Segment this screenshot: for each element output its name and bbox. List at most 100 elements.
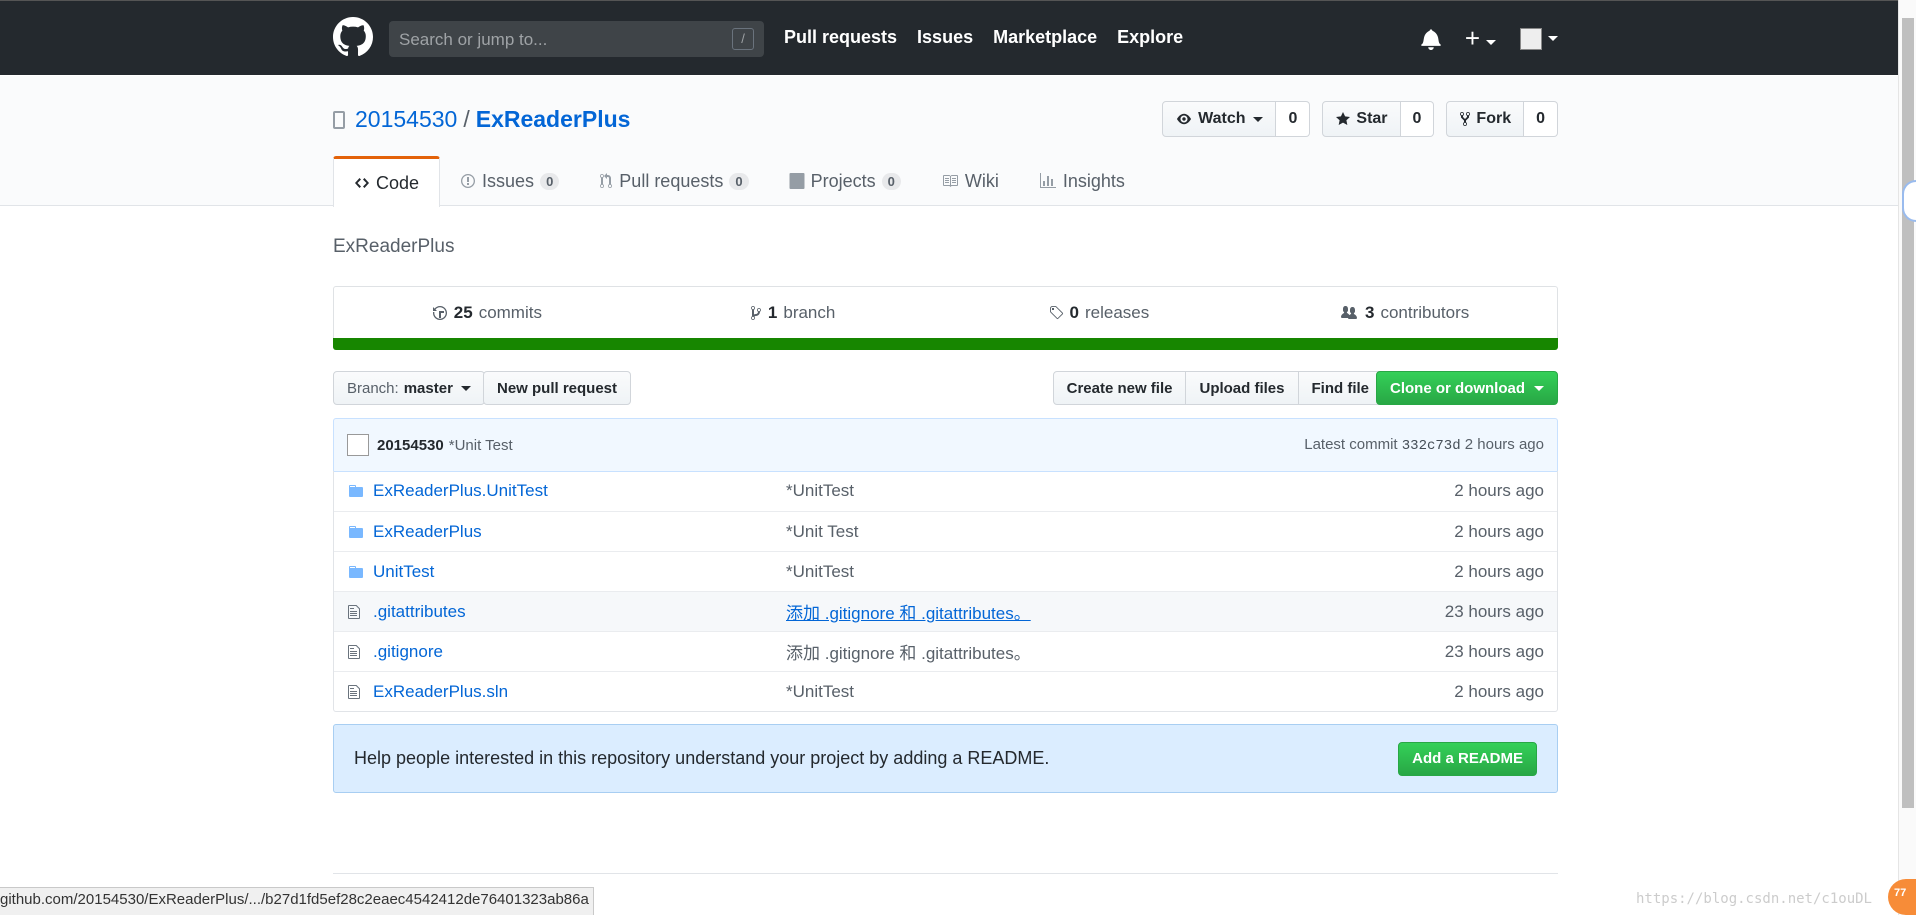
- folder-icon: [347, 524, 365, 540]
- releases-count: 0: [1069, 303, 1079, 322]
- nav-explore[interactable]: Explore: [1117, 27, 1183, 48]
- floating-badge[interactable]: 77: [1888, 879, 1916, 915]
- graph-icon: [1039, 173, 1056, 188]
- file-commit-message[interactable]: *UnitTest: [786, 481, 1454, 501]
- chevron-down-icon: [1548, 36, 1558, 41]
- user-menu-dropdown[interactable]: [1520, 27, 1558, 50]
- file-name-link[interactable]: UnitTest: [373, 562, 786, 582]
- repo-path-separator: /: [463, 106, 470, 132]
- file-age: 2 hours ago: [1454, 521, 1544, 541]
- file-commit-message[interactable]: 添加 .gitignore 和 .gitattributes。: [786, 599, 1445, 624]
- nav-issues[interactable]: Issues: [917, 27, 973, 48]
- tab-insights[interactable]: Insights: [1019, 156, 1145, 206]
- new-pull-request-button[interactable]: New pull request: [483, 371, 632, 405]
- branch-icon: [750, 306, 761, 320]
- clone-label: Clone or download: [1390, 379, 1525, 397]
- search-shortcut-key: /: [732, 28, 754, 50]
- clone-or-download-button[interactable]: Clone or download: [1376, 371, 1558, 405]
- people-icon: [1340, 306, 1357, 319]
- file-commit-message[interactable]: *Unit Test: [786, 522, 1454, 542]
- table-row: ExReaderPlus.sln *UnitTest 2 hours ago: [334, 671, 1557, 711]
- watermark: https://blog.csdn.net/c1ouDL: [1635, 891, 1872, 907]
- star-button[interactable]: Star: [1322, 101, 1401, 137]
- create-new-file-button[interactable]: Create new file: [1052, 371, 1187, 405]
- file-name-link[interactable]: ExReaderPlus: [373, 522, 786, 542]
- fork-count[interactable]: 0: [1524, 101, 1558, 137]
- repo-name-link[interactable]: ExReaderPlus: [476, 106, 631, 132]
- eye-icon: [1177, 113, 1192, 125]
- star-icon: [1336, 112, 1351, 125]
- bell-icon[interactable]: [1421, 28, 1441, 50]
- branch-name: master: [403, 379, 453, 397]
- github-logo-icon[interactable]: [333, 17, 373, 57]
- table-row: UnitTest *UnitTest 2 hours ago: [334, 551, 1557, 591]
- repo-owner-link[interactable]: 20154530: [355, 106, 457, 133]
- tab-projects[interactable]: Projects 0: [769, 156, 921, 206]
- project-icon: [789, 173, 805, 189]
- commit-message[interactable]: *Unit Test: [449, 437, 513, 454]
- table-row: ExReaderPlus *Unit Test 2 hours ago: [334, 511, 1557, 551]
- file-commit-message[interactable]: 添加 .gitignore 和 .gitattributes。: [786, 639, 1445, 664]
- tab-code[interactable]: Code: [333, 156, 441, 207]
- file-name-link[interactable]: ExReaderPlus.UnitTest: [373, 481, 786, 501]
- commits-count: 25: [453, 303, 473, 322]
- create-new-dropdown[interactable]: +: [1465, 25, 1496, 52]
- side-widget[interactable]: [1902, 180, 1916, 222]
- search-input[interactable]: Search or jump to... /: [389, 21, 764, 57]
- tab-code-label: Code: [376, 172, 420, 193]
- search-placeholder: Search or jump to...: [399, 30, 548, 49]
- watch-group: Watch 0: [1162, 101, 1311, 137]
- repo-title: 20154530 / ExReaderPlus: [333, 106, 630, 133]
- watch-count[interactable]: 0: [1276, 101, 1311, 137]
- branch-label: branch: [783, 303, 836, 322]
- scrollbar-thumb[interactable]: [1902, 18, 1914, 808]
- numbers-summary: 25 commits 1 branch 0 releases 3 contrib…: [333, 286, 1558, 350]
- star-count[interactable]: 0: [1400, 101, 1435, 137]
- tab-issues[interactable]: Issues 0: [440, 156, 579, 206]
- upload-files-button[interactable]: Upload files: [1186, 371, 1299, 405]
- avatar: [1520, 27, 1542, 50]
- table-row: .gitignore 添加 .gitignore 和 .gitattribute…: [334, 631, 1557, 671]
- file-name-link[interactable]: ExReaderPlus.sln: [373, 682, 786, 702]
- add-readme-button[interactable]: Add a README: [1398, 741, 1537, 776]
- fork-group: Fork 0: [1446, 101, 1558, 137]
- file-commit-message[interactable]: *UnitTest: [786, 562, 1454, 582]
- file-icon: [347, 644, 365, 660]
- chevron-down-icon: [1534, 385, 1544, 391]
- branch-count: 1: [767, 303, 778, 322]
- global-header: Search or jump to... / Pull requests Iss…: [0, 0, 1898, 75]
- chevron-down-icon: [460, 385, 471, 391]
- file-name-link[interactable]: .gitattributes: [373, 602, 786, 622]
- star-label: Star: [1356, 110, 1388, 127]
- branch-select-button[interactable]: Branch: master: [333, 371, 485, 405]
- tab-pull-requests[interactable]: Pull requests 0: [579, 156, 768, 206]
- nav-pull-requests[interactable]: Pull requests: [784, 27, 897, 48]
- tag-icon: [1049, 306, 1063, 320]
- nav-marketplace[interactable]: Marketplace: [993, 27, 1097, 48]
- repo-tabs: Code Issues 0 Pull requests 0 Projects 0…: [333, 156, 1145, 207]
- find-file-button[interactable]: Find file: [1298, 371, 1383, 405]
- file-icon: [347, 684, 365, 700]
- language-bar[interactable]: [333, 338, 1558, 350]
- avatar[interactable]: [347, 434, 369, 456]
- fork-icon: [1460, 111, 1471, 127]
- watch-label: Watch: [1198, 110, 1246, 127]
- repo-icon: [333, 110, 345, 129]
- fork-button[interactable]: Fork: [1446, 101, 1525, 137]
- global-nav: Pull requests Issues Marketplace Explore: [784, 27, 1183, 48]
- tab-wiki[interactable]: Wiki: [921, 156, 1019, 206]
- commit-sha[interactable]: 332c73d: [1402, 438, 1461, 454]
- commit-author[interactable]: 20154530: [377, 437, 444, 454]
- file-age: 2 hours ago: [1454, 681, 1544, 701]
- chevron-down-icon: [1253, 116, 1264, 122]
- file-name-link[interactable]: .gitignore: [373, 642, 786, 662]
- tab-issues-count: 0: [540, 172, 560, 190]
- table-row: ExReaderPlus.UnitTest *UnitTest 2 hours …: [334, 471, 1557, 511]
- tab-issues-label: Issues: [482, 170, 535, 191]
- watch-button[interactable]: Watch: [1162, 101, 1277, 137]
- tab-projects-count: 0: [881, 172, 901, 190]
- footer-divider: [333, 873, 1558, 874]
- scrollbar[interactable]: [1898, 0, 1916, 915]
- repo-description: ExReaderPlus: [333, 236, 455, 257]
- file-commit-message[interactable]: *UnitTest: [786, 682, 1454, 702]
